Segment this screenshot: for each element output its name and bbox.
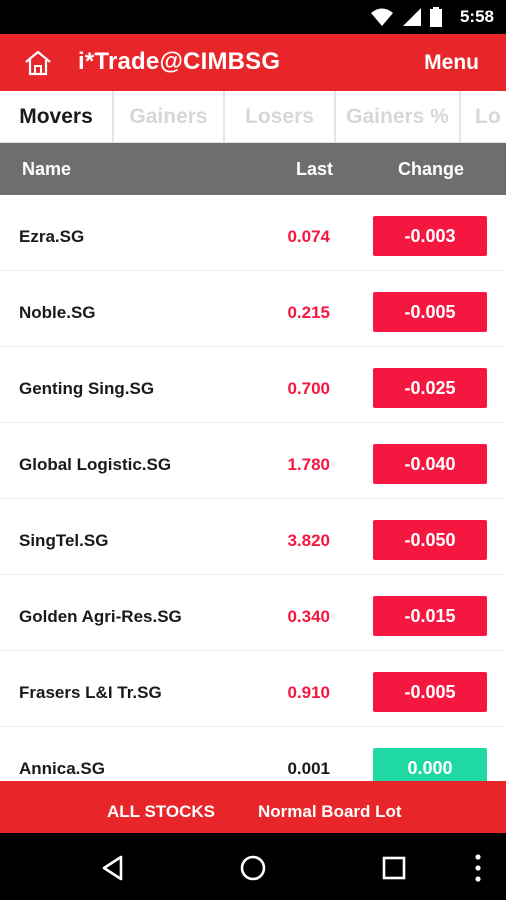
stock-last-price: 1.780: [287, 455, 330, 474]
bottom-filter-bar: ALL STOCKS Normal Board Lot: [0, 781, 506, 833]
home-nav-button[interactable]: [236, 851, 270, 885]
stock-name: Annica.SG: [19, 759, 105, 778]
stock-name: SingTel.SG: [19, 531, 109, 550]
stock-change-badge: -0.003: [373, 216, 487, 256]
stock-name: Frasers L&I Tr.SG: [19, 683, 162, 702]
tab-strip: Movers Gainers Losers Gainers % Lo: [0, 91, 506, 143]
back-button[interactable]: [97, 851, 131, 885]
stock-last-price: 3.820: [287, 531, 330, 550]
overflow-menu-icon: [475, 854, 481, 882]
overflow-menu-button[interactable]: [466, 851, 490, 885]
app-bar: i*Trade@CIMBSG Menu: [0, 34, 506, 91]
stock-last-price: 0.074: [287, 227, 330, 246]
column-header-name[interactable]: Name: [22, 159, 71, 180]
table-row[interactable]: Genting Sing.SG 0.700 -0.025: [0, 347, 506, 423]
stock-change-badge: -0.025: [373, 368, 487, 408]
tab-gainers-percent[interactable]: Gainers %: [336, 91, 461, 142]
app-title: i*Trade@CIMBSG: [78, 48, 281, 75]
table-row[interactable]: Annica.SG 0.001 0.000: [0, 727, 506, 781]
table-row[interactable]: SingTel.SG 3.820 -0.050: [0, 499, 506, 575]
navigation-bar: [0, 833, 506, 900]
home-circle-icon: [240, 855, 266, 881]
all-stocks-filter[interactable]: ALL STOCKS: [107, 802, 215, 822]
stock-change-badge: -0.050: [373, 520, 487, 560]
table-row[interactable]: Global Logistic.SG 1.780 -0.040: [0, 423, 506, 499]
status-time: 5:58: [459, 7, 494, 26]
stock-last-price: 0.910: [287, 683, 330, 702]
menu-button[interactable]: Menu: [424, 51, 479, 75]
home-button[interactable]: [22, 49, 54, 77]
table-row[interactable]: Golden Agri-Res.SG 0.340 -0.015: [0, 575, 506, 651]
tab-losers[interactable]: Losers: [225, 91, 336, 142]
stock-change-badge: -0.040: [373, 444, 487, 484]
stock-name: Ezra.SG: [19, 227, 85, 246]
battery-icon: [430, 7, 442, 27]
status-icons: [370, 7, 442, 27]
recents-button[interactable]: [377, 851, 411, 885]
stock-name: Genting Sing.SG: [19, 379, 155, 398]
stock-change-badge: 0.000: [373, 748, 487, 781]
column-header-last[interactable]: Last: [296, 159, 333, 180]
wifi-icon: [371, 8, 393, 26]
tab-gainers[interactable]: Gainers: [114, 91, 225, 142]
tab-movers[interactable]: Movers: [0, 91, 114, 142]
stock-change-badge: -0.015: [373, 596, 487, 636]
home-icon: [25, 50, 51, 76]
table-row[interactable]: Ezra.SG 0.074 -0.003: [0, 195, 506, 271]
stock-change-badge: -0.005: [373, 292, 487, 332]
stock-name: Golden Agri-Res.SG: [19, 607, 182, 626]
back-icon: [102, 855, 123, 881]
table-row[interactable]: Frasers L&I Tr.SG 0.910 -0.005: [0, 651, 506, 727]
recents-icon: [382, 856, 406, 880]
stock-name: Noble.SG: [19, 303, 96, 322]
table-header: Name Last Change: [0, 143, 506, 195]
column-header-change[interactable]: Change: [398, 159, 464, 180]
tab-losers-percent[interactable]: Lo: [461, 91, 506, 142]
status-bar: 5:58: [0, 0, 506, 34]
board-lot-filter[interactable]: Normal Board Lot: [258, 802, 402, 822]
stock-change-badge: -0.005: [373, 672, 487, 712]
table-row[interactable]: Noble.SG 0.215 -0.005: [0, 271, 506, 347]
stock-last-price: 0.340: [287, 607, 330, 626]
stock-last-price: 0.001: [287, 759, 330, 778]
stock-last-price: 0.215: [287, 303, 330, 322]
signal-icon: [403, 8, 421, 26]
stock-last-price: 0.700: [287, 379, 330, 398]
stock-list[interactable]: Ezra.SG 0.074 -0.003 Noble.SG 0.215 -0.0…: [0, 195, 506, 781]
stock-name: Global Logistic.SG: [19, 455, 172, 474]
